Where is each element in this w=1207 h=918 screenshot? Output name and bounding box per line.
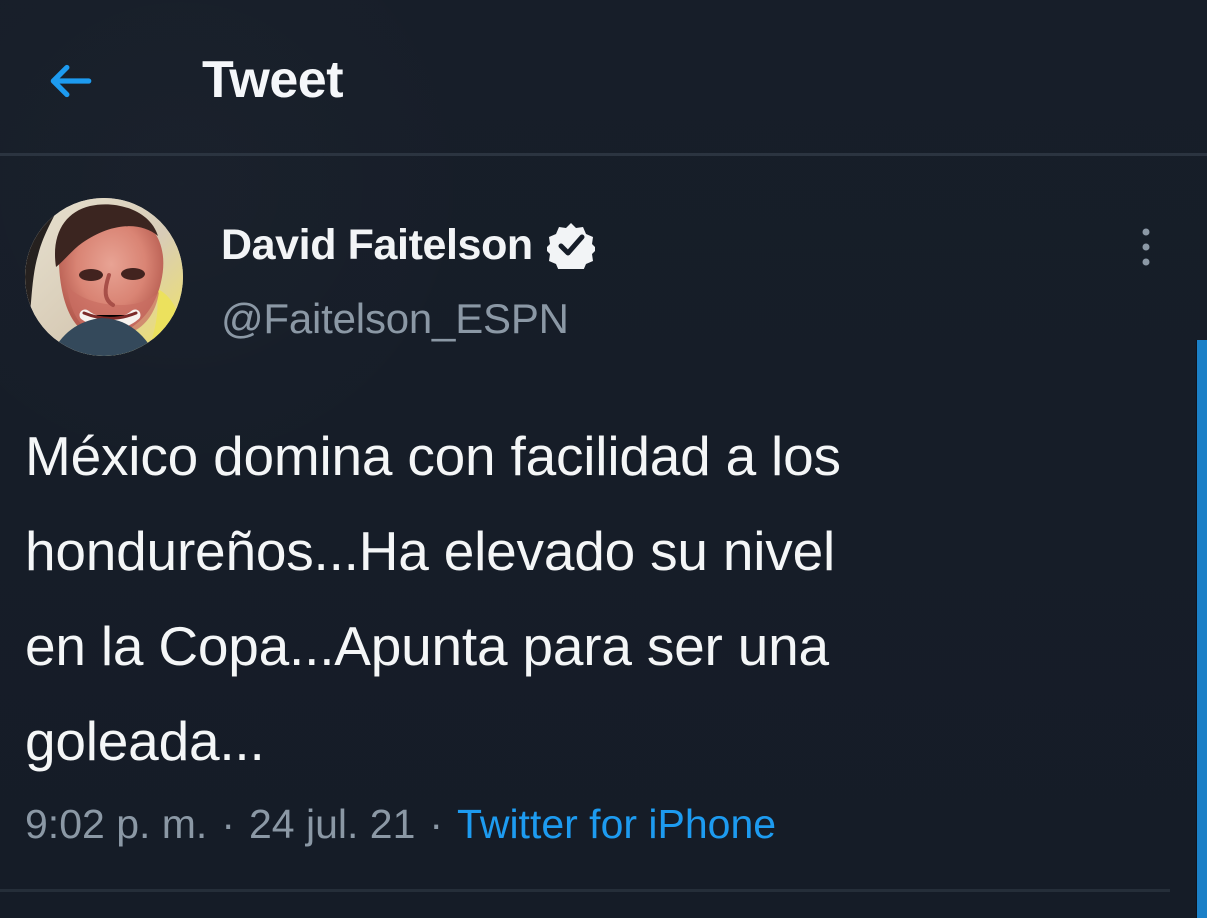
tweet-card: David Faitelson @Faitelson_ESPN México d… xyxy=(0,156,1207,918)
tweet-time[interactable]: 9:02 p. m. xyxy=(25,798,207,850)
author-display-name[interactable]: David Faitelson xyxy=(221,218,533,272)
vertical-ellipsis-icon xyxy=(1142,228,1150,266)
avatar-photo xyxy=(25,198,183,356)
more-options-button[interactable] xyxy=(1125,220,1167,274)
metadata-separator: · xyxy=(429,801,444,847)
verified-check-icon xyxy=(546,221,595,269)
tweet-text-line: hondureños...Ha elevado su nivel xyxy=(25,520,835,582)
tweet-text-line: goleada... xyxy=(25,710,265,772)
tweet-metadata: 9:02 p. m. · 24 jul. 21 · Twitter for iP… xyxy=(25,798,776,850)
scrollbar[interactable] xyxy=(1197,340,1207,918)
tweet-date[interactable]: 24 jul. 21 xyxy=(249,798,415,850)
author-handle[interactable]: @Faitelson_ESPN xyxy=(221,293,569,345)
top-navigation-bar: Tweet xyxy=(0,0,1207,156)
tweet-detail-screen: Tweet David Faitelson @Faitelson_ESPN Mé… xyxy=(0,0,1207,918)
arrow-left-icon xyxy=(50,64,92,98)
page-title: Tweet xyxy=(202,51,344,109)
tweet-text-line: en la Copa...Apunta para ser una xyxy=(25,615,829,677)
author-avatar[interactable] xyxy=(25,198,183,356)
back-button[interactable] xyxy=(32,43,108,119)
tweet-text: México domina con facilidad a los hondur… xyxy=(25,409,1165,789)
author-name-row[interactable]: David Faitelson xyxy=(221,217,595,273)
metadata-separator: · xyxy=(221,801,235,847)
tweet-divider xyxy=(0,889,1170,892)
tweet-text-line: México domina con facilidad a los xyxy=(25,425,841,487)
tweet-source-link[interactable]: Twitter for iPhone xyxy=(457,798,776,850)
